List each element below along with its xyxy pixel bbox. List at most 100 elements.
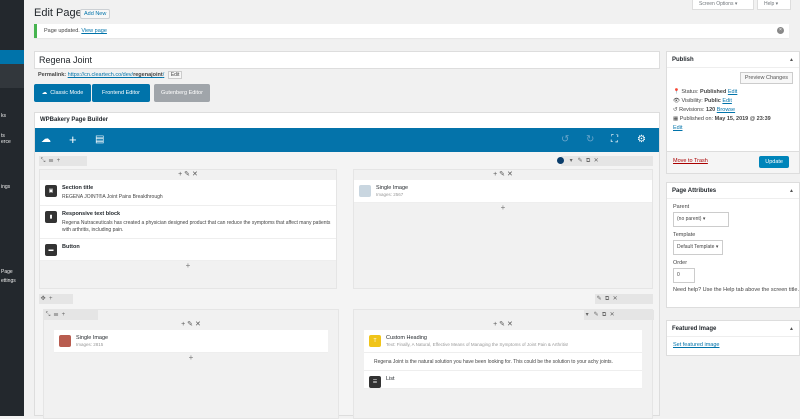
sidebar-item-page-settings[interactable]: ettings (0, 277, 24, 285)
list-icon: ☰ (369, 376, 381, 388)
pin-icon: 📍 (673, 89, 680, 95)
element-single-image[interactable]: Single Image Images: 2567 (354, 180, 652, 203)
element-button[interactable]: ▬ Button (40, 239, 336, 261)
element-single-image[interactable]: Single Image Images: 2815 (54, 330, 328, 353)
row-right-controls[interactable]: ▾ ✎ ⧉ ✕ (557, 156, 653, 166)
order-input[interactable]: 0 (673, 268, 695, 283)
row-controls[interactable]: ⤡ ☰ + (39, 156, 87, 166)
column-controls[interactable]: + ✎ ✕ (354, 170, 652, 180)
sidebar-active-item[interactable] (0, 50, 24, 64)
page-attributes-box: Page Attributes ▲ Parent (no parent) ▾ Te… (666, 182, 800, 308)
revisions-row: ↺ Revisions: 120 Browse (673, 107, 736, 113)
inner-row-controls[interactable]: ⤡ ☰ + (44, 310, 98, 320)
update-notice: Page updated. View page × (34, 24, 789, 38)
column-controls[interactable]: + ✎ ✕ (44, 320, 338, 330)
undo-icon[interactable]: ↺ (561, 133, 569, 147)
element-text-block[interactable]: Regena Joint is the natural solution you… (364, 353, 642, 371)
page-title: Edit Page (34, 7, 82, 19)
permalink-url[interactable]: https://cn.cleartech.co/dev/regenajoint/ (68, 72, 165, 78)
row-controls[interactable]: ✥ + (39, 294, 73, 304)
column-right-row1: + ✎ ✕ Single Image Images: 2567 + (353, 169, 653, 289)
dismiss-icon[interactable]: × (777, 27, 784, 34)
element-custom-heading[interactable]: T Custom Heading Text: Finally, A Natura… (364, 330, 642, 353)
main-content: Screen Options ▾ Help ▾ Edit Page Add Ne… (24, 0, 800, 419)
classic-mode-button[interactable]: ☁ Classic Mode (34, 84, 91, 102)
eye-icon: 👁 (673, 98, 680, 104)
add-element-plus[interactable]: + (40, 261, 336, 271)
inner-row-right-controls[interactable]: ▾ ✎ ⧉ ✕ (584, 310, 654, 320)
sidebar-item-page[interactable]: Page (0, 268, 24, 276)
sidebar-submenu (0, 64, 24, 88)
help-text: Need help? Use the Help tab above the sc… (673, 287, 799, 293)
order-label: Order (673, 260, 688, 266)
permalink-edit-button[interactable]: Edit (167, 71, 183, 79)
sidebar-item-links[interactable]: ks (0, 112, 24, 120)
template-label: Template (673, 232, 696, 238)
move-to-trash-link[interactable]: Move to Trash (673, 158, 708, 164)
image-thumbnail-icon (359, 185, 371, 197)
status-row: 📍 Status: Published Edit (673, 89, 738, 95)
page-attributes-title[interactable]: Page Attributes ▲ (667, 183, 799, 199)
wpbakery-title: WPBakery Page Builder (40, 117, 109, 123)
column-controls[interactable]: + ✎ ✕ (354, 320, 652, 330)
column-left-row1: + ✎ ✕ ▣ Section title REGENA JOINT®A Joi… (39, 169, 337, 289)
frontend-editor-button[interactable]: Frontend Editor (92, 84, 150, 102)
add-element-icon[interactable]: + (69, 133, 77, 147)
date-edit-link[interactable]: Edit (673, 125, 682, 131)
update-button[interactable]: Update (759, 156, 789, 168)
button-icon: ▬ (45, 244, 57, 256)
wpbakery-toolbar: ☁ + ▤ ↺ ↻ ⛶ ⚙ (35, 128, 659, 152)
settings-gear-icon[interactable]: ⚙ (637, 133, 646, 147)
row-right-controls[interactable]: ✎ ⧉ ✕ (595, 294, 653, 304)
wpbakery-panel: WPBakery Page Builder ☁ + ▤ ↺ ↻ ⛶ ⚙ ⤡ ☰ … (34, 112, 660, 419)
published-on-row: ▦ Published on: May 15, 2019 @ 23:39 Edit (673, 116, 771, 131)
add-new-button[interactable]: Add New (80, 9, 111, 19)
set-featured-image-link[interactable]: Set featured image (673, 342, 719, 348)
featured-image-box: Featured Image ▲ Set featured image (666, 320, 800, 356)
column-left-row2: ⤡ ☰ + + ✎ ✕ Single Image Images: 2815 + (43, 309, 339, 419)
parent-select[interactable]: (no parent) ▾ (673, 212, 729, 227)
permalink: Permalink: https://cn.cleartech.co/dev/r… (38, 71, 183, 79)
publish-title[interactable]: Publish ▲ (667, 52, 799, 68)
fullscreen-icon[interactable]: ⛶ (611, 133, 618, 147)
status-edit-link[interactable]: Edit (728, 89, 737, 95)
element-list[interactable]: ☰ List (364, 371, 642, 389)
redo-icon[interactable]: ↻ (586, 133, 594, 147)
text-block-icon: ▮ (45, 211, 57, 223)
add-element-plus[interactable]: + (44, 353, 338, 363)
permalink-label: Permalink: (38, 72, 67, 78)
section-title-icon: ▣ (45, 185, 57, 197)
collapse-icon[interactable]: ▲ (789, 183, 794, 199)
publish-box: Publish ▲ Preview Changes 📍 Status: Publi… (666, 51, 800, 174)
template-select[interactable]: Default Template ▾ (673, 240, 723, 255)
image-thumbnail-icon (59, 335, 71, 347)
preview-changes-button[interactable]: Preview Changes (739, 72, 793, 84)
gutenberg-editor-button[interactable]: Gutenberg Editor (154, 84, 210, 102)
sidebar-item-ecommerce[interactable]: erce (0, 138, 24, 146)
view-page-link[interactable]: View page (81, 28, 107, 34)
element-responsive-text[interactable]: ▮ Responsive text block Regena Nutraceut… (40, 206, 336, 239)
add-element-plus[interactable]: + (354, 203, 652, 213)
browse-revisions-link[interactable]: Browse (717, 107, 735, 113)
visibility-row: 👁 Visibility: Public Edit (673, 98, 732, 104)
collapse-icon[interactable]: ▲ (789, 52, 794, 68)
help-button[interactable]: Help ▾ (757, 0, 791, 10)
featured-image-title[interactable]: Featured Image ▲ (667, 321, 799, 337)
post-title-input[interactable]: Regena Joint (34, 51, 660, 69)
screen-options-button[interactable]: Screen Options ▾ (692, 0, 754, 10)
wpbakery-logo-icon[interactable]: ☁ (41, 133, 51, 147)
collapse-icon[interactable]: ▲ (789, 321, 794, 337)
column-right-row2: ▾ ✎ ⧉ ✕ + ✎ ✕ T Custom Heading Text: Fin… (353, 309, 654, 419)
revisions-icon: ↺ (673, 107, 678, 113)
sidebar-item-settings[interactable]: ings (0, 183, 24, 191)
visibility-edit-link[interactable]: Edit (722, 98, 731, 104)
calendar-icon: ▦ (673, 116, 679, 122)
color-dot[interactable] (557, 156, 564, 164)
element-section-title[interactable]: ▣ Section title REGENA JOINT®A Joint Pai… (40, 180, 336, 206)
wpbakery-icon: ☁ (41, 90, 48, 96)
column-controls[interactable]: + ✎ ✕ (40, 170, 336, 180)
publish-actions: Move to Trash Update (667, 151, 799, 173)
notice-text: Page updated. (44, 28, 80, 34)
parent-label: Parent (673, 204, 690, 210)
templates-icon[interactable]: ▤ (95, 133, 104, 147)
